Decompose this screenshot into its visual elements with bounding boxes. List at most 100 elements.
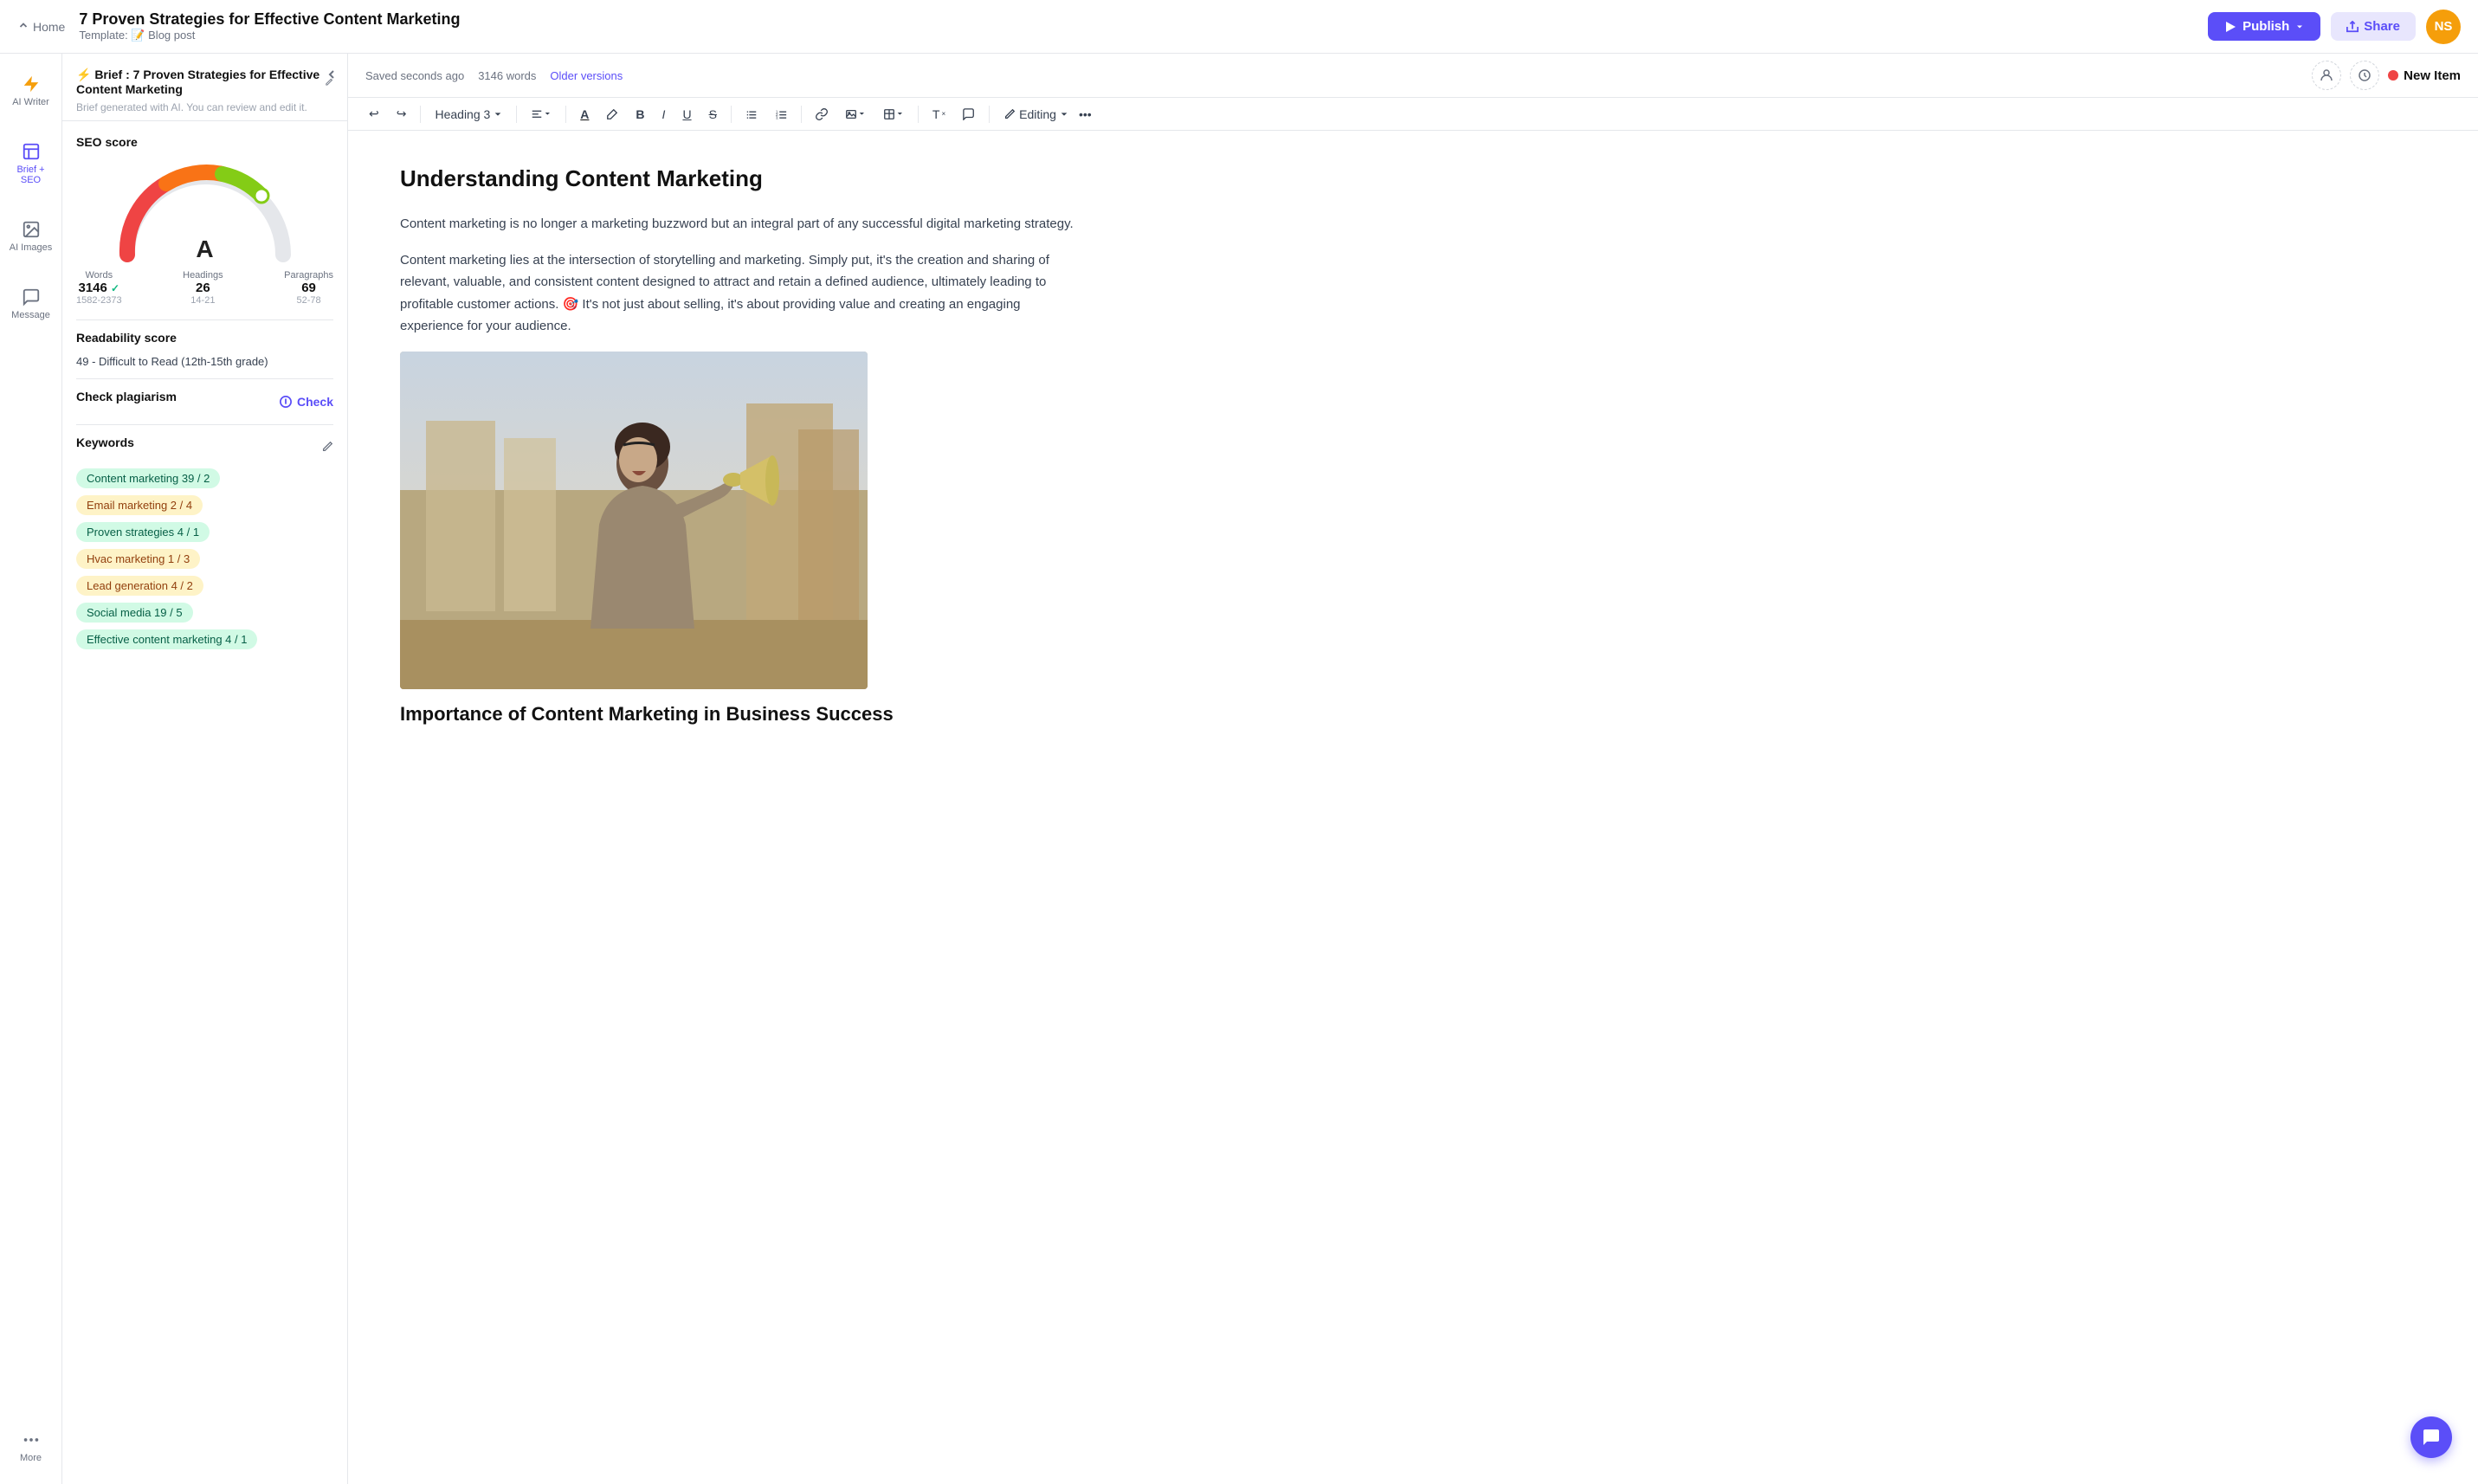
font-color-button[interactable]: A [573,104,596,125]
redo-button[interactable]: ↪ [390,103,414,125]
keyword-tag-6: Effective content marketing 4 / 1 [76,629,257,649]
sidebar-item-ai-images[interactable]: AI Images [5,213,57,260]
italic-button[interactable]: I [655,104,673,125]
sidebar-label-message: Message [11,310,50,320]
plagiarism-title: Check plagiarism [76,390,177,403]
seo-gauge: A [110,159,300,263]
brief-panel: ⚡ Brief : 7 Proven Strategies for Effect… [62,54,348,1484]
undo-button[interactable]: ↩ [362,103,386,125]
chat-bubble-button[interactable] [2410,1416,2452,1458]
toolbar-divider-6 [918,106,919,123]
template-label: Template: 📝 Blog post [79,29,460,42]
plagiarism-row: Check plagiarism Check [76,390,333,414]
keywords-header: Keywords [76,436,333,460]
toolbar-divider-1 [420,106,421,123]
home-link[interactable]: Home [17,20,65,34]
content-heading-1: Understanding Content Marketing [400,165,1075,192]
more-options-button[interactable]: ••• [1072,104,1099,125]
editing-mode-button[interactable]: Editing [1003,107,1068,121]
keyword-tag-2: Proven strategies 4 / 1 [76,522,210,542]
keywords-title: Keywords [76,436,134,449]
icon-sidebar: AI Writer Brief + SEO AI Images Message … [0,54,62,1484]
divider-3 [76,424,333,425]
bold-button[interactable]: B [629,104,651,125]
collaborators-icon[interactable] [2312,61,2341,90]
sidebar-label-brief-seo: Brief + SEO [9,165,54,185]
keywords-list: Content marketing 39 / 2 Email marketing… [76,468,333,649]
seo-stat-headings: Headings 26 14-21 [183,270,223,306]
older-versions-link[interactable]: Older versions [550,69,623,82]
editor-meta-right: New Item [2312,61,2461,90]
publish-label: Publish [2242,19,2289,34]
readability-value: 49 - Difficult to Read (12th-15th grade) [76,355,333,368]
sidebar-item-more[interactable]: More [5,1423,57,1470]
table-button[interactable] [876,105,911,124]
clear-format-button[interactable]: T× [926,104,952,125]
image-button[interactable] [838,105,873,124]
keyword-tag-5: Social media 19 / 5 [76,603,193,623]
toolbar-divider-4 [731,106,732,123]
toolbar-divider-2 [516,106,517,123]
new-item-button[interactable]: New Item [2388,68,2461,83]
sidebar-label-ai-images: AI Images [10,242,53,253]
topbar-left: Home 7 Proven Strategies for Effective C… [17,10,460,42]
content-paragraph-1: Content marketing is no longer a marketi… [400,213,1075,236]
sidebar-item-message[interactable]: Message [5,281,57,327]
publish-button[interactable]: Publish [2208,12,2320,41]
page-title: 7 Proven Strategies for Effective Conten… [79,10,460,29]
seo-stat-words: Words 3146 ✓ 1582-2373 [76,270,122,306]
underline-button[interactable]: U [675,104,698,125]
bullet-list-button[interactable] [739,105,765,124]
keyword-tag-1: Email marketing 2 / 4 [76,495,203,515]
brief-panel-header: ⚡ Brief : 7 Proven Strategies for Effect… [62,54,347,121]
highlight-button[interactable] [599,105,625,124]
seo-grade: A [196,236,213,263]
numbered-list-button[interactable]: 1.2.3. [768,105,794,124]
word-count: 3146 words [478,69,536,82]
divider-1 [76,319,333,320]
seo-stats: Words 3146 ✓ 1582-2373 Headings 26 14-21… [76,270,333,306]
editor-toolbar: ↩ ↪ Heading 3 A B I U S [348,98,2478,131]
keyword-tag-4: Lead generation 4 / 2 [76,576,203,596]
toolbar-divider-7 [989,106,990,123]
align-button[interactable] [524,105,558,124]
avatar[interactable]: NS [2426,10,2461,44]
check-label: Check [297,395,333,409]
svg-text:3.: 3. [776,115,779,119]
toolbar-divider-5 [801,106,802,123]
share-button[interactable]: Share [2331,12,2416,41]
layout: AI Writer Brief + SEO AI Images Message … [0,54,2478,1484]
sidebar-label-ai-writer: AI Writer [12,97,49,107]
editor-topbar: Saved seconds ago 3146 words Older versi… [348,54,2478,98]
strikethrough-button[interactable]: S [702,104,724,125]
new-item-label: New Item [2404,68,2461,83]
sidebar-label-more: More [20,1453,42,1463]
sidebar-item-ai-writer[interactable]: AI Writer [5,68,57,114]
topbar-right: Publish Share NS [2208,10,2461,44]
seo-score-title: SEO score [76,135,333,149]
seo-gauge-container: A [76,159,333,263]
title-block: 7 Proven Strategies for Effective Conten… [79,10,460,42]
history-icon[interactable] [2350,61,2379,90]
comment-button[interactable] [956,105,982,124]
content-image [400,352,868,689]
collapse-button[interactable] [325,68,339,86]
editor-content[interactable]: Understanding Content Marketing Content … [348,131,1127,1484]
brief-body: SEO score A [62,121,347,1484]
link-button[interactable] [809,105,835,124]
heading-select[interactable]: Heading 3 [428,104,509,125]
editor-meta: Saved seconds ago 3146 words Older versi… [365,69,623,82]
saved-status: Saved seconds ago [365,69,464,82]
home-label: Home [33,20,65,34]
keywords-edit-button[interactable] [321,441,333,455]
content-image-svg [400,352,868,689]
topbar: Home 7 Proven Strategies for Effective C… [0,0,2478,54]
sidebar-item-brief-seo[interactable]: Brief + SEO [5,135,57,192]
content-heading-2: Importance of Content Marketing in Busin… [400,703,1075,726]
content-paragraph-2: Content marketing lies at the intersecti… [400,249,1075,338]
check-plagiarism-button[interactable]: Check [280,395,333,409]
readability-title: Readability score [76,331,333,345]
share-label: Share [2364,19,2400,34]
editor-area: Saved seconds ago 3146 words Older versi… [348,54,2478,1484]
keyword-tag-3: Hvac marketing 1 / 3 [76,549,200,569]
